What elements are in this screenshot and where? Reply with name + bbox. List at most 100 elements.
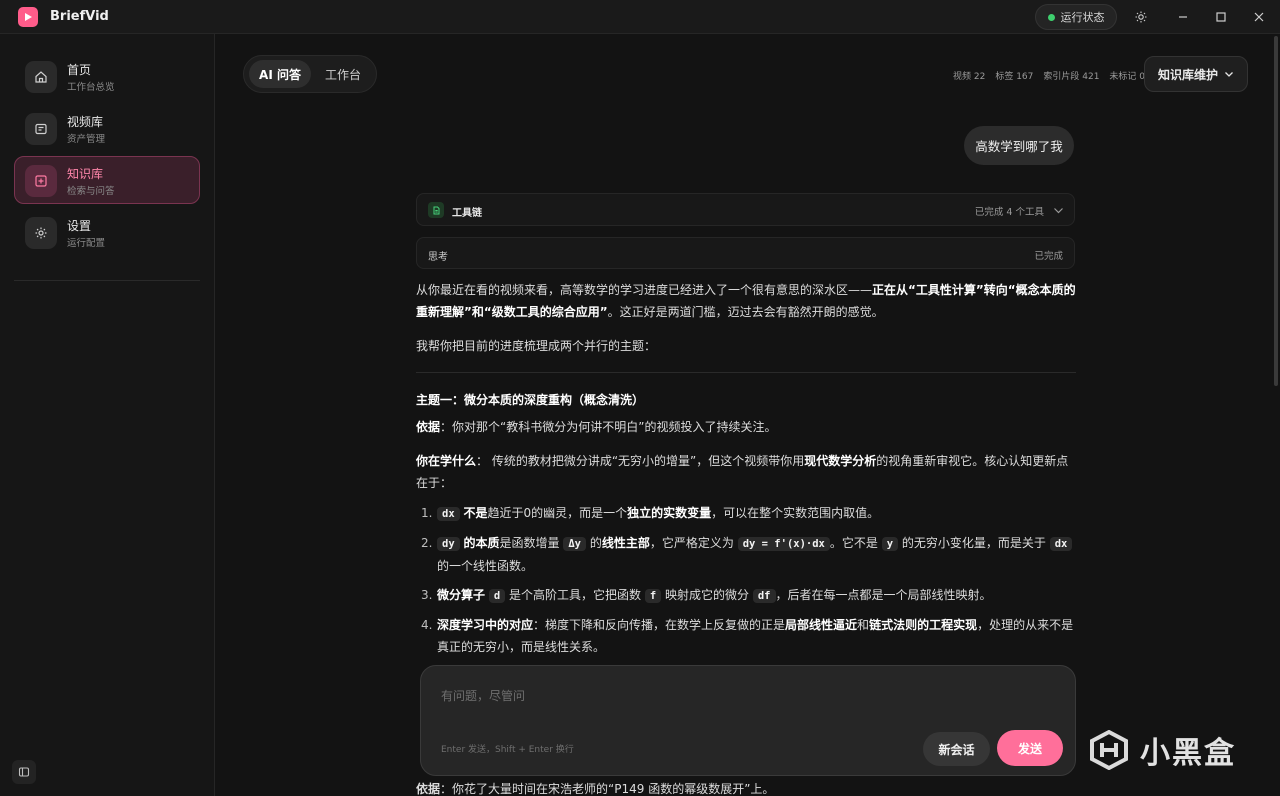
- item-text: 的一个线性函数。: [437, 559, 534, 573]
- sidebar-item-home[interactable]: 首页 工作台总览: [14, 52, 200, 100]
- answer-text: 从你最近在看的视频来看，高等数学的学习进度已经进入了一个很有意思的深水区——: [416, 283, 873, 297]
- stat-tags: 标签 167: [995, 72, 1034, 82]
- tab-workbench[interactable]: 工作台: [314, 60, 372, 88]
- send-button[interactable]: 发送: [997, 730, 1063, 766]
- basis-text: ：你对那个“教科书微分为何讲不明白”的视频投入了持续关注。: [440, 420, 777, 434]
- basis-label: 依据: [416, 782, 441, 796]
- item-text: ：梯度下降和反向传播，在数学上反复做的正是: [533, 618, 786, 632]
- item-text: 和: [857, 618, 870, 632]
- sidebar-toggle-icon: [18, 767, 30, 777]
- message-composer: Enter 发送，Shift + Enter 换行 新会话 发送: [420, 665, 1076, 776]
- status-dot-icon: [1047, 13, 1055, 21]
- list-item: dy 的本质是函数增量 Δy 的线性主部，它严格定义为 dy = f'(x)·d…: [416, 532, 1076, 577]
- item-text: 。它不是: [829, 536, 878, 550]
- item-text: ，可以在整个实数范围内取值。: [711, 506, 880, 520]
- answer-paragraph: 我帮你把目前的进度梳理成两个并行的主题：: [416, 339, 657, 353]
- title-bar: BriefVid 运行状态: [0, 0, 1280, 34]
- chevron-down-icon: [1054, 208, 1063, 214]
- scrollbar[interactable]: [1274, 36, 1278, 386]
- inline-code: dy = f'(x)·dx: [737, 537, 830, 551]
- sidebar-item-title: 视频库: [67, 115, 104, 129]
- sidebar-item-subtitle: 资产管理: [67, 134, 106, 145]
- item-text: ，后者在每一点都是一个局部线性映射。: [775, 588, 992, 602]
- bold-text: 局部线性逼近: [785, 618, 858, 632]
- inline-code: dx: [437, 507, 460, 521]
- document-icon: [428, 202, 444, 218]
- topic-list: dx 不是趋近于0的幽灵，而是一个独立的实数变量，可以在整个实数范围内取值。 d…: [416, 502, 1076, 658]
- minimize-icon[interactable]: [1173, 7, 1193, 27]
- bold-text: 微分算子: [437, 588, 486, 602]
- sidebar-item-subtitle: 检索与问答: [67, 186, 115, 197]
- stat-segments: 索引片段 421: [1043, 72, 1100, 82]
- bold-text: 的本质: [463, 536, 500, 550]
- topic-learn: 你在学什么： 传统的教材把微分讲成“无穷小的增量”，但这个视频带你用现代数学分析…: [416, 450, 1076, 494]
- run-status-button[interactable]: 运行状态: [1035, 4, 1117, 30]
- sidebar-item-subtitle: 运行配置: [67, 238, 106, 249]
- close-icon[interactable]: [1249, 7, 1269, 27]
- answer-text: 。这正好是两道门槛，迈过去会有豁然开朗的感觉。: [607, 305, 884, 319]
- learn-text: ： 传统的教材把微分讲成“无穷小的增量”，但这个视频带你用: [476, 454, 805, 468]
- thinking-card[interactable]: 思考 已完成: [416, 237, 1075, 269]
- item-text: 的无穷小变化量，而是关于: [901, 536, 1046, 550]
- item-text: 趋近于0的幽灵，而是一个: [487, 506, 628, 520]
- bold-text: 线性主部: [601, 536, 650, 550]
- sidebar-item-knowledge-base[interactable]: 知识库 检索与问答: [14, 156, 200, 204]
- sidebar-item-title: 知识库: [67, 167, 104, 181]
- learn-bold: 现代数学分析: [804, 454, 877, 468]
- message-input[interactable]: [441, 684, 1041, 708]
- composer-hint: Enter 发送，Shift + Enter 换行: [441, 745, 574, 755]
- sidebar-item-settings[interactable]: 设置 运行配置: [14, 208, 200, 256]
- item-text: 映射成它的微分: [665, 588, 750, 602]
- sun-icon[interactable]: [1131, 7, 1151, 27]
- run-status-label: 运行状态: [1060, 11, 1105, 24]
- stat-videos: 视频 22: [953, 72, 986, 82]
- basis-label: 依据: [416, 420, 441, 434]
- item-text: 是函数增量: [499, 536, 560, 550]
- list-item: 微分算子 d 是个高阶工具，它把函数 f 映射成它的微分 df ，后者在每一点都是…: [416, 584, 1076, 607]
- stat-unmarked: 未标记 0: [1109, 72, 1146, 82]
- sidebar-item-title: 设置: [67, 219, 92, 233]
- inline-code: f: [644, 589, 662, 603]
- sidebar: 首页 工作台总览 视频库 资产管理 知识库 检索与问答 设置 运行配置: [0, 34, 215, 796]
- home-icon: [25, 61, 57, 93]
- inline-code: Δy: [563, 537, 586, 551]
- topic-heading: 主题一：微分本质的深度重构（概念清洗）: [416, 389, 1076, 411]
- toolchain-card[interactable]: 工具链 已完成 4 个工具: [416, 193, 1075, 226]
- inline-code: df: [752, 589, 776, 603]
- sidebar-divider: [14, 280, 200, 281]
- collapse-sidebar-button[interactable]: [12, 760, 36, 784]
- basis-text: ：你花了大量时间在宋浩老师的“P149 函数的幂级数展开”上。: [440, 782, 775, 796]
- topic-heading-text: 主题一：微分本质的深度重构（概念清洗）: [416, 393, 645, 407]
- toolchain-title: 工具链: [452, 208, 482, 219]
- new-session-button[interactable]: 新会话: [923, 732, 990, 766]
- answer-paragraph: 从你最近在看的视频来看，高等数学的学习进度已经进入了一个很有意思的深水区——正在…: [416, 279, 1076, 323]
- mode-tabs: AI 问答 工作台: [243, 55, 377, 93]
- kb-maintenance-label: 知识库维护: [1157, 67, 1218, 82]
- list-item: 深度学习中的对应：梯度下降和反向传播，在数学上反复做的正是局部线性逼近和链式法则…: [416, 614, 1076, 658]
- sidebar-item-video-library[interactable]: 视频库 资产管理: [14, 104, 200, 152]
- watermark-text: 小黑盒: [1140, 736, 1236, 771]
- bold-text: 链式法则的工程实现: [869, 618, 978, 632]
- tab-ai-qa[interactable]: AI 问答: [249, 60, 311, 88]
- topic2-basis: 依据：你花了大量时间在宋浩老师的“P149 函数的幂级数展开”上。: [416, 778, 1076, 796]
- item-text: 是个高阶工具，它把函数: [509, 588, 642, 602]
- answer-divider: [416, 372, 1076, 373]
- app-logo-icon: [18, 7, 38, 27]
- user-message-bubble: 高数学到哪了我: [964, 126, 1074, 165]
- bold-text: 独立的实数变量: [627, 506, 712, 520]
- library-stats: 视频 22 标签 167 索引片段 421 未标记 0: [953, 69, 1145, 82]
- bold-text: 不是: [463, 506, 488, 520]
- maximize-icon[interactable]: [1211, 7, 1231, 27]
- toolchain-status: 已完成 4 个工具: [974, 207, 1044, 218]
- item-text: 的: [589, 536, 602, 550]
- gear-icon: [25, 217, 57, 249]
- list-item: dx 不是趋近于0的幽灵，而是一个独立的实数变量，可以在整个实数范围内取值。: [416, 502, 1076, 525]
- item-text: ，它严格定义为: [649, 536, 734, 550]
- chevron-down-icon: [1225, 72, 1233, 77]
- watermark: 小黑盒: [1088, 728, 1236, 772]
- inline-code: d: [488, 589, 506, 603]
- inline-code: y: [881, 537, 899, 551]
- kb-maintenance-button[interactable]: 知识库维护: [1144, 56, 1248, 92]
- knowledge-icon: [25, 165, 57, 197]
- inline-code: dx: [1049, 537, 1073, 551]
